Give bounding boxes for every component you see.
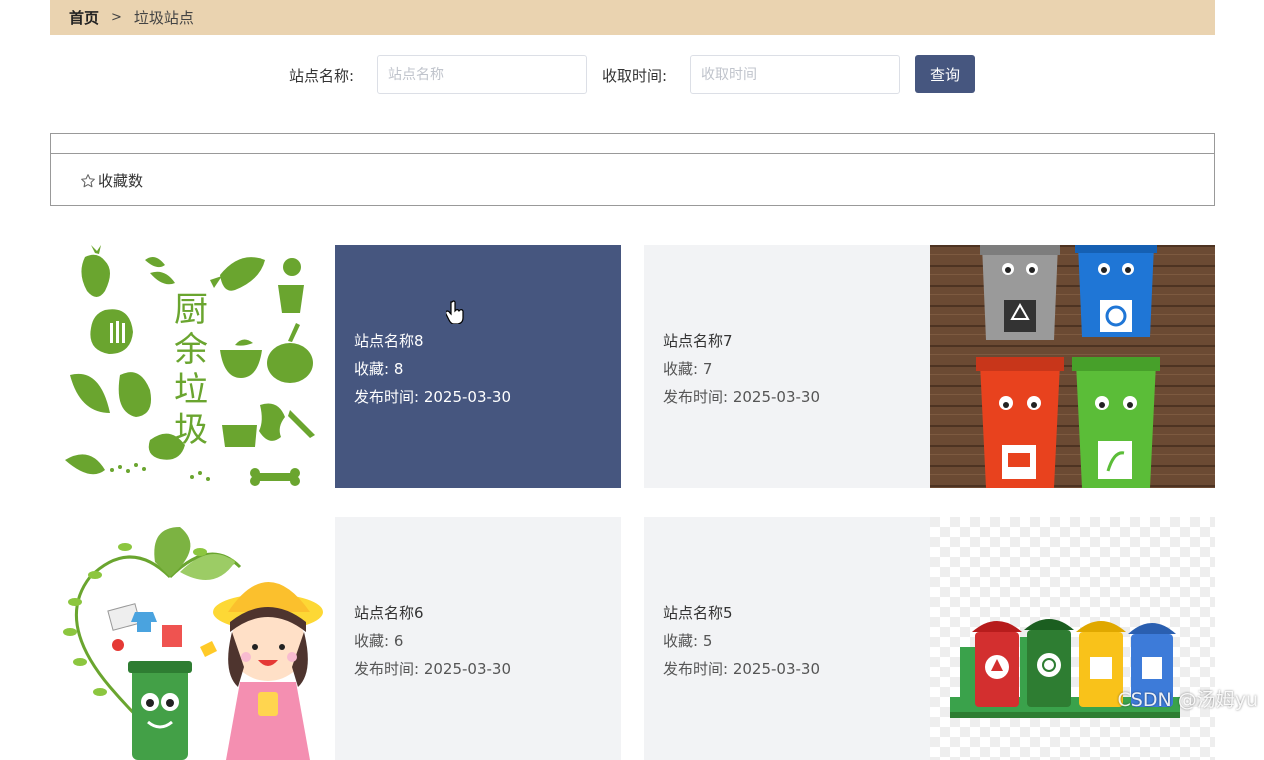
sort-favorites-label: 收藏数 bbox=[98, 170, 143, 191]
sort-panel: 收藏数 bbox=[50, 133, 1215, 206]
breadcrumb-current: 垃圾站点 bbox=[134, 7, 194, 28]
site-name: 站点名称6 bbox=[354, 599, 621, 627]
site-favorites: 收藏: 6 bbox=[354, 627, 621, 655]
site-name: 站点名称8 bbox=[354, 327, 621, 355]
site-card-info: 站点名称8 收藏: 8 发布时间: 2025-03-30 bbox=[335, 245, 621, 488]
site-card-info: 站点名称7 收藏: 7 发布时间: 2025-03-30 bbox=[644, 245, 930, 488]
site-name-label: 站点名称: bbox=[289, 65, 354, 86]
site-favorites: 收藏: 7 bbox=[663, 355, 930, 383]
watermark: CSDN @汤姆yu bbox=[1118, 685, 1259, 712]
query-button[interactable]: 查询 bbox=[915, 55, 975, 93]
site-favorites: 收藏: 8 bbox=[354, 355, 621, 383]
site-favorites: 收藏: 5 bbox=[663, 627, 930, 655]
svg-text:余: 余 bbox=[174, 330, 208, 370]
svg-text:垃: 垃 bbox=[174, 370, 208, 410]
colored-bins-image bbox=[930, 517, 1215, 760]
site-card[interactable]: 站点名称6 收藏: 6 发布时间: 2025-03-30 bbox=[50, 517, 621, 760]
breadcrumb: 首页 > 垃圾站点 bbox=[50, 0, 1215, 35]
hand-cursor-icon bbox=[446, 300, 464, 324]
trash-bins-photo bbox=[930, 245, 1215, 488]
site-publish-time: 发布时间: 2025-03-30 bbox=[663, 655, 930, 683]
girl-recycling-image bbox=[50, 517, 335, 760]
site-publish-time: 发布时间: 2025-03-30 bbox=[354, 655, 621, 683]
search-form: 站点名称: 收取时间: 查询 bbox=[0, 55, 1264, 95]
svg-text:圾: 圾 bbox=[174, 410, 208, 450]
site-publish-time: 发布时间: 2025-03-30 bbox=[354, 383, 621, 411]
sort-panel-header bbox=[51, 134, 1214, 154]
site-name: 站点名称5 bbox=[663, 599, 930, 627]
collect-time-label: 收取时间: bbox=[602, 65, 667, 86]
svg-text:厨: 厨 bbox=[174, 290, 208, 330]
site-card-info: 站点名称5 收藏: 5 发布时间: 2025-03-30 bbox=[644, 517, 930, 760]
site-name-input[interactable] bbox=[377, 55, 587, 94]
star-outline-icon bbox=[80, 173, 96, 189]
collect-time-input[interactable] bbox=[690, 55, 900, 94]
site-card-info: 站点名称6 收藏: 6 发布时间: 2025-03-30 bbox=[335, 517, 621, 760]
kitchen-waste-image: 厨 余 垃 圾 bbox=[50, 245, 335, 488]
breadcrumb-separator: > bbox=[111, 10, 122, 25]
site-publish-time: 发布时间: 2025-03-30 bbox=[663, 383, 930, 411]
site-card[interactable]: 站点名称7 收藏: 7 发布时间: 2025-03-30 bbox=[644, 245, 1215, 488]
site-card[interactable]: 厨 余 垃 圾 站点名称8 收藏: 8 发布时间: 2025-03-30 bbox=[50, 245, 621, 488]
breadcrumb-home-link[interactable]: 首页 bbox=[69, 7, 99, 28]
site-card[interactable]: 站点名称5 收藏: 5 发布时间: 2025-03-30 bbox=[644, 517, 1215, 760]
site-name: 站点名称7 bbox=[663, 327, 930, 355]
sort-by-favorites[interactable]: 收藏数 bbox=[80, 170, 143, 191]
